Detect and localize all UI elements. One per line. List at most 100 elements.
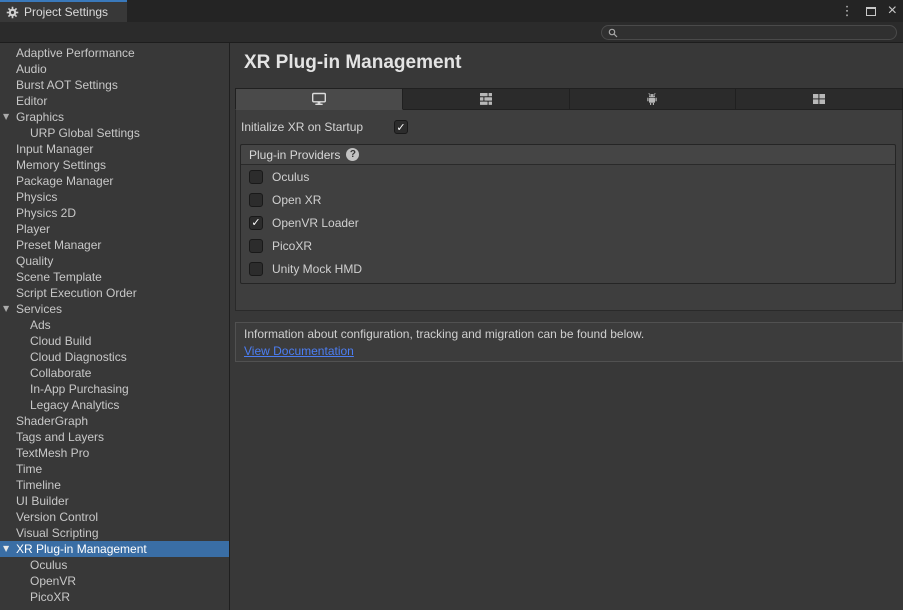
sidebar-item[interactable]: OpenVR [0, 573, 229, 589]
sidebar-item[interactable]: Memory Settings [0, 157, 229, 173]
windows-icon [812, 93, 826, 105]
sidebar-item-label: Graphics [16, 110, 64, 124]
sidebar-item[interactable]: Cloud Diagnostics [0, 349, 229, 365]
sidebar-item[interactable]: Burst AOT Settings [0, 77, 229, 93]
sidebar-item[interactable]: Oculus [0, 557, 229, 573]
initialize-xr-checkbox[interactable]: ✓ [394, 120, 408, 134]
sidebar-item[interactable]: URP Global Settings [0, 125, 229, 141]
provider-label: Open XR [272, 193, 321, 207]
sidebar-item-label: Visual Scripting [16, 526, 99, 540]
window-close-icon[interactable]: × [888, 3, 897, 19]
provider-label: OpenVR Loader [272, 216, 359, 230]
provider-row: Oculus [241, 165, 895, 188]
sidebar-item-label: Services [16, 302, 62, 316]
sidebar-item[interactable]: ▼XR Plug-in Management [0, 541, 229, 557]
platform-tab-android[interactable] [570, 88, 737, 110]
sidebar-item-label: Timeline [16, 478, 61, 492]
sidebar-item-label: Time [16, 462, 42, 476]
sidebar-item-label: Physics 2D [16, 206, 76, 220]
provider-label: PicoXR [272, 239, 312, 253]
sidebar-item[interactable]: In-App Purchasing [0, 381, 229, 397]
sidebar-item[interactable]: Audio [0, 61, 229, 77]
sidebar-item[interactable]: Version Control [0, 509, 229, 525]
sidebar-item[interactable]: Editor [0, 93, 229, 109]
sidebar-item-label: Tags and Layers [16, 430, 104, 444]
sidebar-item[interactable]: PicoXR [0, 589, 229, 605]
sidebar-item-label: UI Builder [16, 494, 69, 508]
sidebar-item[interactable]: Player [0, 221, 229, 237]
sidebar-item-label: In-App Purchasing [30, 382, 129, 396]
sidebar-item[interactable]: Physics 2D [0, 205, 229, 221]
toolbar [0, 22, 903, 43]
desktop-icon [311, 92, 327, 106]
titlebar: Project Settings ⋮ × [0, 0, 903, 22]
sidebar-item-label: TextMesh Pro [16, 446, 89, 460]
window-menu-icon[interactable]: ⋮ [841, 5, 854, 18]
provider-label: Oculus [272, 170, 309, 184]
sidebar-item[interactable]: Time [0, 461, 229, 477]
provider-row: Open XR [241, 188, 895, 211]
provider-checkbox[interactable] [249, 239, 263, 253]
sidebar-item-label: Cloud Diagnostics [30, 350, 127, 364]
sidebar-item[interactable]: TextMesh Pro [0, 445, 229, 461]
platform-tab-console[interactable] [403, 88, 570, 110]
search-input[interactable] [622, 27, 896, 39]
sidebar-item[interactable]: Quality [0, 253, 229, 269]
view-documentation-link[interactable]: View Documentation [244, 344, 354, 358]
provider-checkbox[interactable] [249, 262, 263, 276]
platform-tab-desktop[interactable] [235, 88, 403, 110]
sidebar-item[interactable]: Collaborate [0, 365, 229, 381]
sidebar-item-label: Cloud Build [30, 334, 91, 348]
provider-row: Unity Mock HMD [241, 257, 895, 280]
foldout-triangle-icon[interactable]: ▼ [3, 109, 9, 125]
info-text: Information about configuration, trackin… [244, 327, 894, 341]
search-field[interactable] [601, 25, 897, 40]
sidebar-item-label: Oculus [30, 558, 67, 572]
sidebar-item[interactable]: Timeline [0, 477, 229, 493]
plugin-providers-header: Plug-in Providers ? [241, 145, 895, 165]
foldout-triangle-icon[interactable]: ▼ [3, 301, 9, 317]
sidebar-item[interactable]: ▼ Services [0, 301, 229, 317]
window-maximize-icon[interactable] [866, 7, 876, 16]
gear-icon [6, 6, 19, 19]
sidebar-item[interactable]: Script Execution Order [0, 285, 229, 301]
sidebar-item[interactable]: Visual Scripting [0, 525, 229, 541]
window-tab-title: Project Settings [24, 5, 108, 19]
sidebar-item[interactable]: ▼ Graphics [0, 109, 229, 125]
window-tab-project-settings[interactable]: Project Settings [0, 0, 127, 22]
provider-checkbox[interactable] [249, 193, 263, 207]
sidebar-item[interactable]: Package Manager [0, 173, 229, 189]
sidebar-item[interactable]: Adaptive Performance [0, 45, 229, 61]
help-icon[interactable]: ? [346, 148, 359, 161]
sidebar-item-label: Player [16, 222, 50, 236]
sidebar-item-label: Audio [16, 62, 47, 76]
console-icon [478, 92, 494, 106]
foldout-triangle-icon[interactable]: ▼ [3, 541, 9, 557]
sidebar-item-label: Package Manager [16, 174, 113, 188]
sidebar-item[interactable]: Tags and Layers [0, 429, 229, 445]
sidebar-item-label: OpenVR [30, 574, 76, 588]
provider-checkbox[interactable] [249, 170, 263, 184]
sidebar-item-label: Preset Manager [16, 238, 101, 252]
search-icon [608, 28, 618, 38]
provider-checkbox[interactable]: ✓ [249, 216, 263, 230]
plugin-providers-list: Oculus Open XR ✓ OpenVR Loader PicoXR Unity M… [241, 165, 895, 280]
sidebar-item[interactable]: Cloud Build [0, 333, 229, 349]
sidebar-item-label: Input Manager [16, 142, 93, 156]
sidebar-item[interactable]: Ads [0, 317, 229, 333]
sidebar-item[interactable]: Preset Manager [0, 237, 229, 253]
initialize-xr-row: Initialize XR on Startup ✓ [236, 118, 902, 136]
sidebar-item[interactable]: ShaderGraph [0, 413, 229, 429]
page-title: XR Plug-in Management [244, 52, 461, 74]
info-box: Information about configuration, trackin… [235, 322, 903, 362]
platform-tab-windows[interactable] [736, 88, 903, 110]
sidebar-item-label: Adaptive Performance [16, 46, 135, 60]
sidebar-item[interactable]: UI Builder [0, 493, 229, 509]
sidebar-item-label: PicoXR [30, 590, 70, 604]
sidebar-item[interactable]: Scene Template [0, 269, 229, 285]
sidebar-item[interactable]: Legacy Analytics [0, 397, 229, 413]
sidebar-item[interactable]: Physics [0, 189, 229, 205]
sidebar-item[interactable]: Input Manager [0, 141, 229, 157]
plugin-providers-title: Plug-in Providers [249, 148, 340, 162]
sidebar-item-label: Memory Settings [16, 158, 106, 172]
